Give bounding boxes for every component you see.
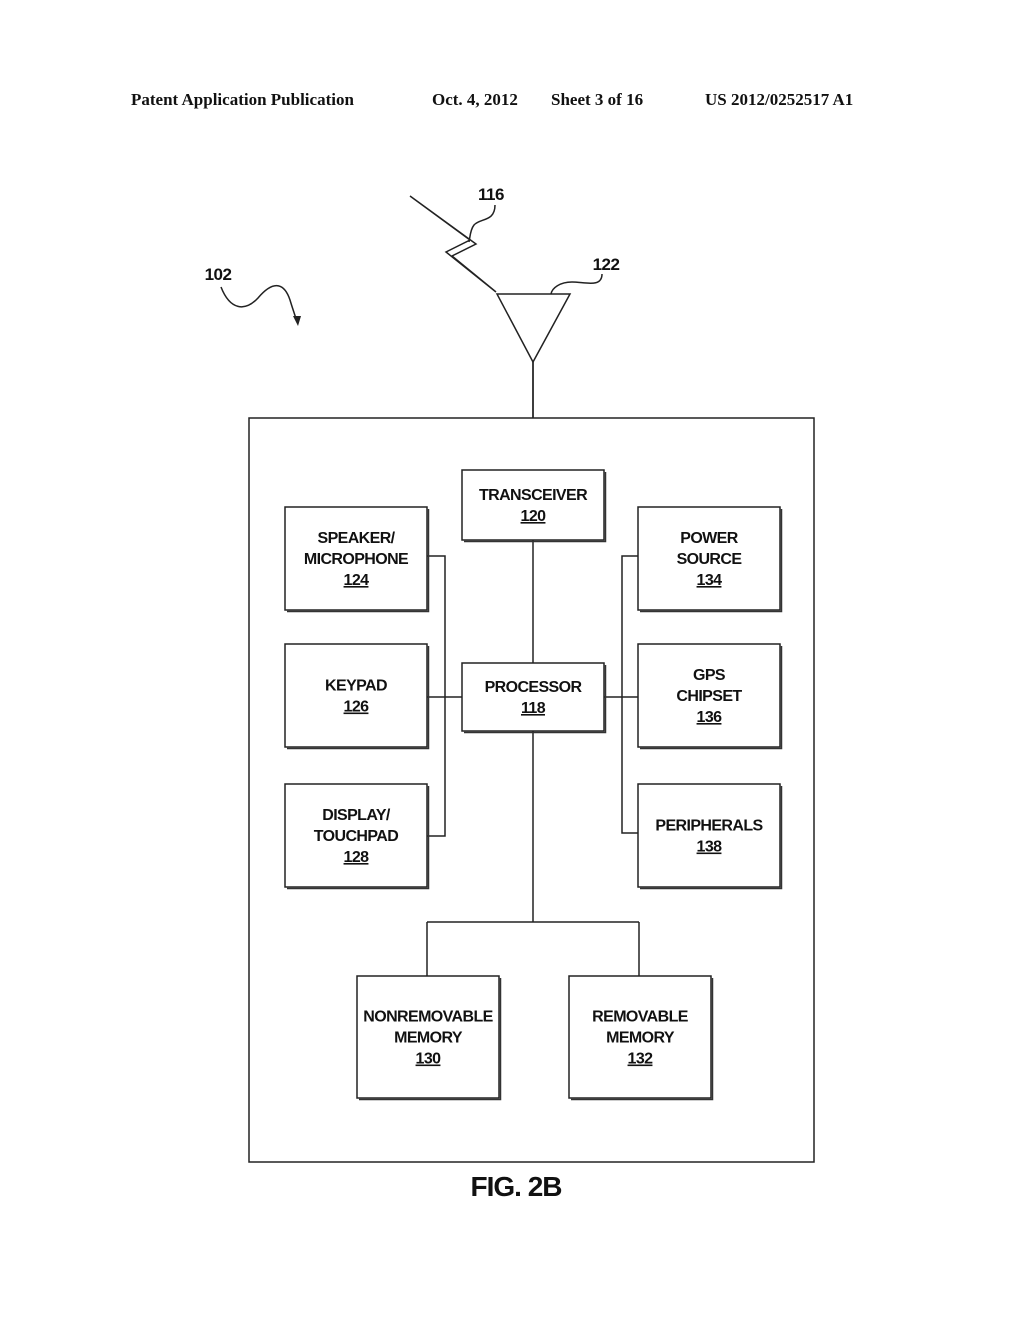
display-block: DISPLAY/TOUCHPAD 128 [284, 783, 430, 890]
display-reference-number: 128 [344, 849, 370, 866]
speaker-reference-number: 124 [344, 572, 370, 589]
display-label-line: DISPLAY/ [322, 807, 391, 824]
speaker-label-line: MICROPHONE [304, 551, 409, 568]
transceiver-reference-number: 120 [521, 508, 547, 525]
antenna-icon [495, 293, 572, 364]
keypad-block: KEYPAD 126 [284, 643, 430, 750]
nonremovable-label-line: NONREMOVABLE [363, 1009, 493, 1026]
peripherals-label-line: PERIPHERALS [655, 818, 763, 835]
transceiver-label-line: TRANSCEIVER [479, 487, 588, 504]
speaker-label-line: SPEAKER/ [318, 530, 396, 547]
nonremovable-label-line: MEMORY [394, 1030, 463, 1047]
nonremovable-block: NONREMOVABLE MEMORY 130 [356, 975, 502, 1101]
processor-reference-number: 118 [521, 700, 546, 717]
gps-block: GPS CHIPSET 136 [637, 643, 783, 750]
power-block: POWER SOURCE 134 [637, 506, 783, 613]
gps-label-line: GPS [693, 667, 726, 684]
keypad-block-border [284, 643, 428, 748]
antenna-reference-label: 122 [593, 255, 620, 274]
device-leader-line [220, 285, 298, 323]
keypad-reference-number: 126 [344, 699, 370, 716]
power-label-line: SOURCE [677, 551, 743, 568]
peripherals-block-border [637, 783, 781, 888]
signal-reference-label: 116 [478, 185, 504, 204]
block-diagram: 102 116 122 TRANSCEIVER 120 PROCESSOR 118 SP… [205, 185, 815, 1202]
removable-label-line: MEMORY [606, 1030, 675, 1047]
peripherals-block: PERIPHERALS 138 [637, 783, 783, 890]
removable-block: REMOVABLE MEMORY 132 [568, 975, 714, 1101]
speaker-block: SPEAKER/MICROPHONE 124 [284, 506, 430, 613]
processor-block-border [461, 662, 605, 732]
power-reference-number: 134 [697, 572, 723, 589]
processor-label-line: PROCESSOR [485, 679, 583, 696]
processor-block: PROCESSOR 118 [461, 662, 607, 734]
arrowhead-icon [293, 316, 301, 326]
antenna-leader-line [550, 273, 603, 295]
gps-label-line: CHIPSET [676, 688, 742, 705]
lightning-bolt-icon [409, 195, 497, 293]
device-reference-label: 102 [205, 265, 232, 284]
transceiver-block: TRANSCEIVER 120 [461, 469, 607, 543]
peripherals-reference-number: 138 [697, 839, 723, 856]
gps-reference-number: 136 [697, 709, 723, 726]
figure-caption: FIG. 2B [470, 1171, 561, 1202]
keypad-label-line: KEYPAD [325, 678, 387, 695]
removable-reference-number: 132 [628, 1051, 654, 1068]
power-label-line: POWER [680, 530, 738, 547]
display-label-line: TOUCHPAD [314, 828, 398, 845]
signal-leader-line [468, 204, 496, 243]
transceiver-block-border [461, 469, 605, 541]
nonremovable-reference-number: 130 [416, 1051, 442, 1068]
removable-label-line: REMOVABLE [592, 1009, 689, 1026]
